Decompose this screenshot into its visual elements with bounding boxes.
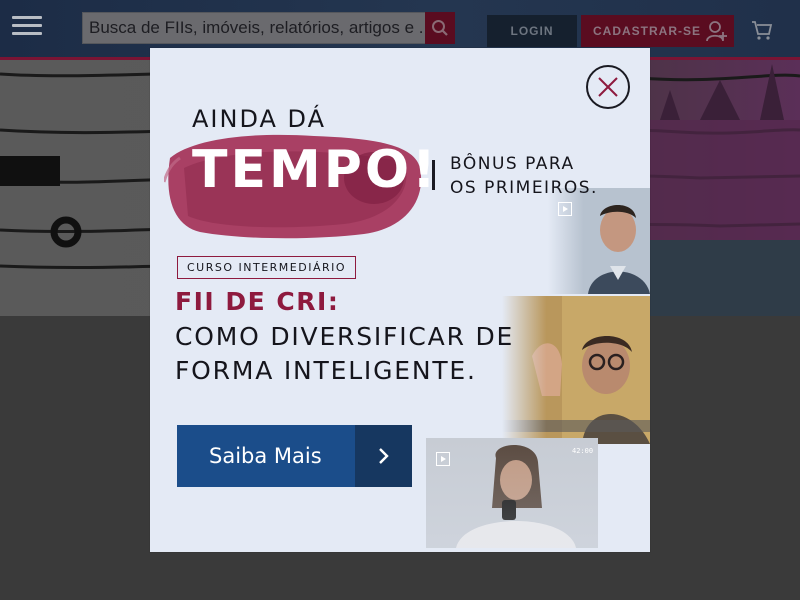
course-subtitle-line: FORMA INTELIGENTE.	[175, 356, 477, 385]
search-input[interactable]: Busca de FIIs, imóveis, relatórios, arti…	[82, 12, 426, 44]
signup-label: CADASTRAR-SE	[593, 24, 701, 38]
close-icon	[598, 77, 618, 97]
hamburger-icon[interactable]	[12, 16, 42, 38]
play-icon[interactable]	[558, 202, 572, 216]
headline-small: AINDA DÁ	[192, 105, 327, 133]
video-duration: 42:00	[572, 447, 594, 455]
chevron-right-icon	[378, 448, 389, 464]
play-icon[interactable]	[436, 452, 450, 466]
course-title: FII DE CRI:	[175, 287, 340, 316]
login-button[interactable]: LOGIN	[487, 15, 577, 47]
promo-modal: 42:00 AINDA DÁ TEMPO! BÔNUS PARA OS PRIM…	[150, 48, 650, 552]
divider	[432, 160, 435, 190]
saiba-mais-button[interactable]: Saiba Mais	[177, 425, 412, 487]
signup-button[interactable]: CADASTRAR-SE	[581, 15, 734, 47]
cta-arrow	[355, 425, 412, 487]
cart-icon	[752, 21, 773, 40]
video-thumbnail	[548, 188, 650, 294]
bonus-line: OS PRIMEIROS.	[450, 178, 598, 198]
course-subtitle: COMO DIVERSIFICAR DE FORMA INTELIGENTE.	[175, 320, 535, 388]
course-subtitle-line: COMO DIVERSIFICAR DE	[175, 322, 515, 351]
video-thumbnail: 42:00	[426, 438, 598, 548]
search-icon	[432, 20, 448, 36]
search-button[interactable]	[425, 12, 455, 44]
headline-big: TEMPO!	[192, 140, 439, 200]
cta-label: Saiba Mais	[209, 444, 322, 468]
cart-button[interactable]	[750, 18, 774, 42]
course-level-tag: CURSO INTERMEDIÁRIO	[177, 256, 357, 279]
bonus-line: BÔNUS PARA	[450, 154, 575, 174]
bonus-text: BÔNUS PARA OS PRIMEIROS.	[450, 152, 598, 200]
close-button[interactable]	[586, 65, 630, 109]
add-user-icon	[706, 21, 727, 42]
